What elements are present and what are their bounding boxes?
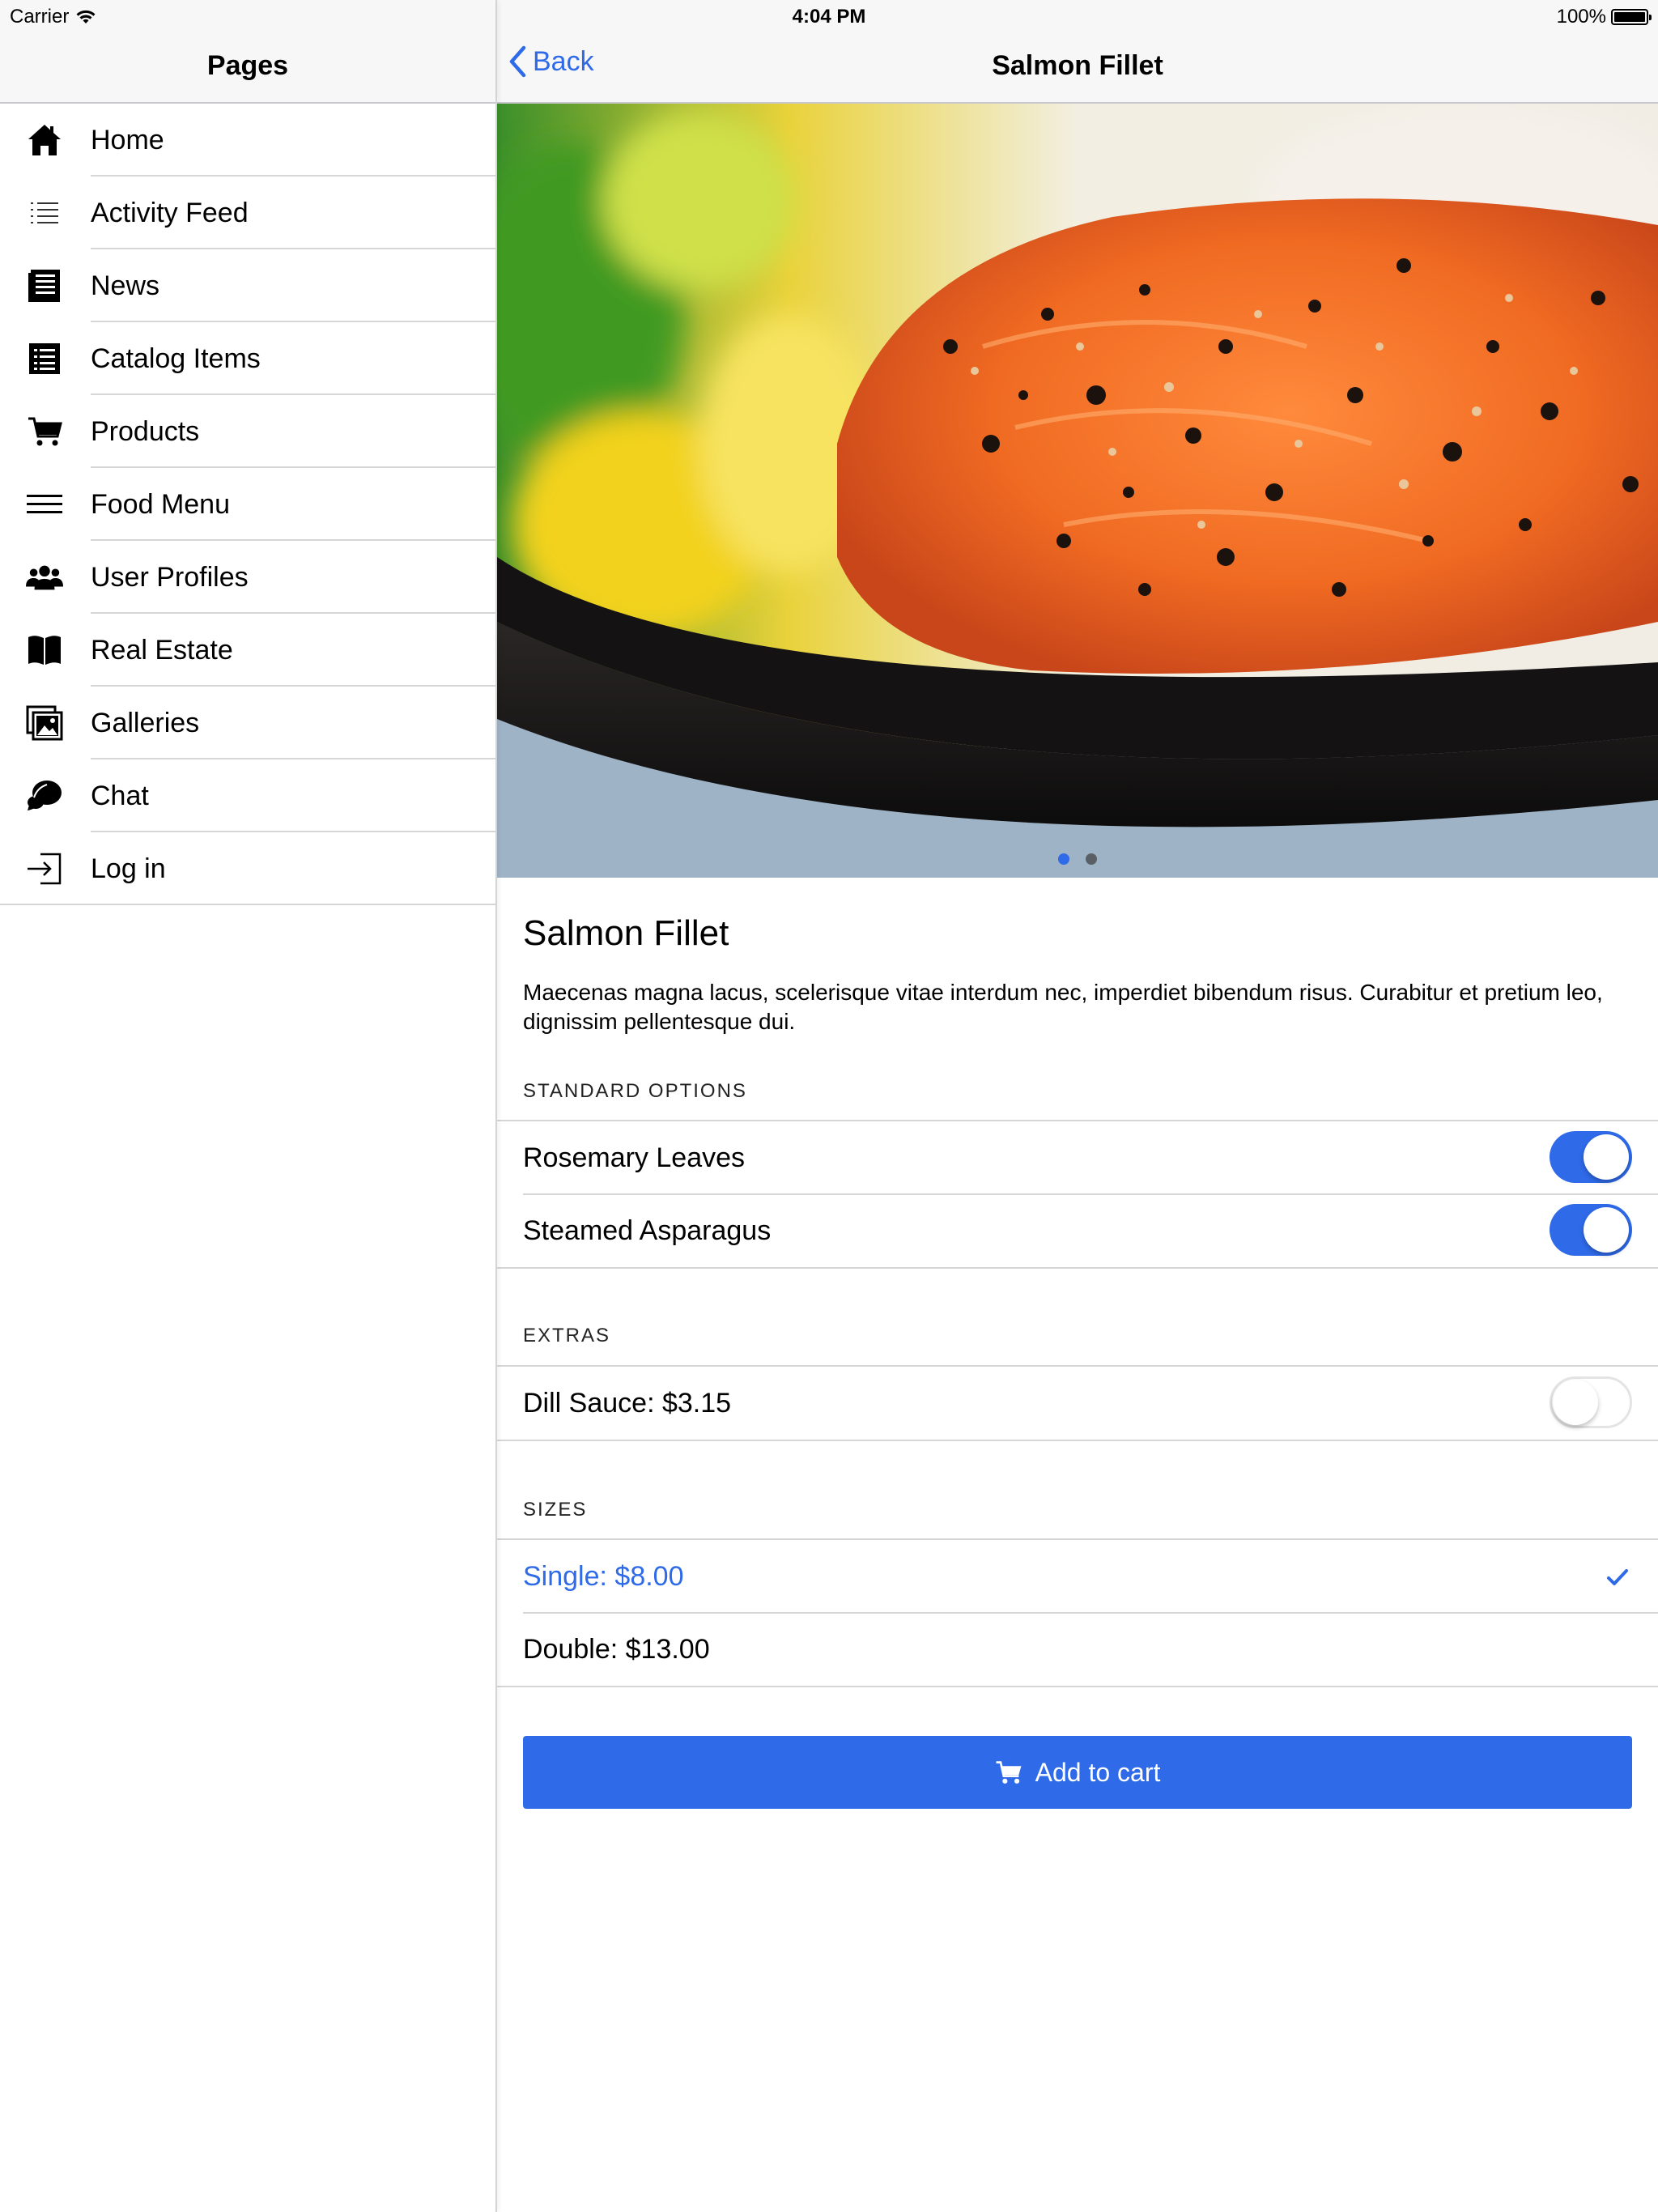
add-to-cart-button[interactable]: Add to cart [523,1736,1632,1809]
clock: 4:04 PM [792,6,866,28]
option-label: Dill Sauce: $3.15 [523,1387,732,1419]
sidebar-item-label: Home [91,124,164,155]
detail-pane: Back Salmon Fillet Salmon Fillet Maecena… [497,0,1658,2212]
sidebar-title: Pages [206,50,289,81]
sidebar-item-chat[interactable]: Chat [0,759,495,832]
sizes-table: Single: $8.00 Double: $13.00 [497,1538,1658,1687]
option-row-rosemary-leaves: Rosemary Leaves [497,1121,1658,1194]
option-label: Steamed Asparagus [523,1214,772,1246]
sidebar-item-label: News [91,270,160,301]
size-row-double[interactable]: Double: $13.00 [497,1612,1658,1686]
sidebar-item-label: Food Menu [91,488,230,520]
sidebar-item-label: Catalog Items [91,342,261,374]
page-dot-active[interactable] [1058,853,1069,865]
option-row-steamed-asparagus: Steamed Asparagus [497,1193,1658,1267]
users-icon [26,559,63,596]
sidebar-item-label: Log in [91,853,166,884]
page-title: Salmon Fillet [992,50,1163,81]
rosemary-leaves-toggle[interactable] [1550,1131,1632,1183]
newspaper-icon [26,267,63,304]
sidebar-item-label: Activity Feed [91,197,249,228]
option-label: Rosemary Leaves [523,1142,746,1173]
product-title: Salmon Fillet [523,913,729,953]
sidebar-item-user-profiles[interactable]: User Profiles [0,541,495,614]
sidebar-item-label: Galleries [91,707,200,738]
section-header-standard-options: STANDARD OPTIONS [523,1080,747,1102]
extras-table: Dill Sauce: $3.15 [497,1365,1658,1441]
section-header-extras: EXTRAS [523,1325,611,1346]
sidebar-item-real-estate[interactable]: Real Estate [0,614,495,687]
size-label: Double: $13.00 [523,1633,710,1665]
login-icon [26,850,63,887]
home-icon [26,121,63,159]
catalog-icon [26,340,63,377]
sidebar-item-activity-feed[interactable]: Activity Feed [0,177,495,249]
section-header-sizes: SIZES [523,1499,588,1521]
sidebar-item-food-menu[interactable]: Food Menu [0,468,495,541]
list-icon [26,194,63,232]
cart-icon [26,413,63,450]
sidebar-item-products[interactable]: Products [0,395,495,468]
add-to-cart-label: Add to cart [1035,1757,1161,1787]
sidebar-item-label: Real Estate [91,634,233,666]
size-row-single[interactable]: Single: $8.00 [497,1540,1658,1613]
battery-icon [1611,9,1652,25]
sidebar: Pages Home Activity Feed News Catalog It… [0,0,497,2212]
checkmark-icon [1607,1569,1628,1585]
carousel-page-indicator[interactable] [497,853,1658,865]
page-dot[interactable] [1086,853,1097,865]
status-bar: Carrier 4:04 PM 100% [0,0,1658,32]
battery-percent: 100% [1556,6,1606,28]
sidebar-item-log-in[interactable]: Log in [0,832,495,905]
sidebar-item-home[interactable]: Home [0,104,495,177]
option-row-dill-sauce: Dill Sauce: $3.15 [497,1367,1658,1440]
battery-indicator: 100% [1556,6,1652,28]
cart-icon [996,1761,1022,1784]
sidebar-item-label: User Profiles [91,561,249,593]
sidebar-item-label: Products [91,415,200,447]
standard-options-table: Rosemary Leaves Steamed Asparagus [497,1120,1658,1269]
hamburger-menu-icon [26,486,63,523]
product-image-carousel[interactable] [497,104,1658,878]
product-description: Maecenas magna lacus, scelerisque vitae … [523,980,1603,1034]
steamed-asparagus-toggle[interactable] [1550,1204,1632,1256]
sidebar-item-galleries[interactable]: Galleries [0,687,495,759]
gallery-icon [26,704,63,742]
chat-icon [26,777,63,815]
sidebar-menu: Home Activity Feed News Catalog Items Pr… [0,104,495,905]
sidebar-item-catalog-items[interactable]: Catalog Items [0,322,495,395]
sidebar-item-label: Chat [91,780,149,811]
size-label: Single: $8.00 [523,1560,684,1592]
sidebar-item-news[interactable]: News [0,249,495,322]
dill-sauce-toggle[interactable] [1550,1376,1632,1428]
book-icon [26,632,63,669]
product-image [497,104,1658,878]
product-info: Salmon Fillet Maecenas magna lacus, scel… [497,913,1658,1036]
